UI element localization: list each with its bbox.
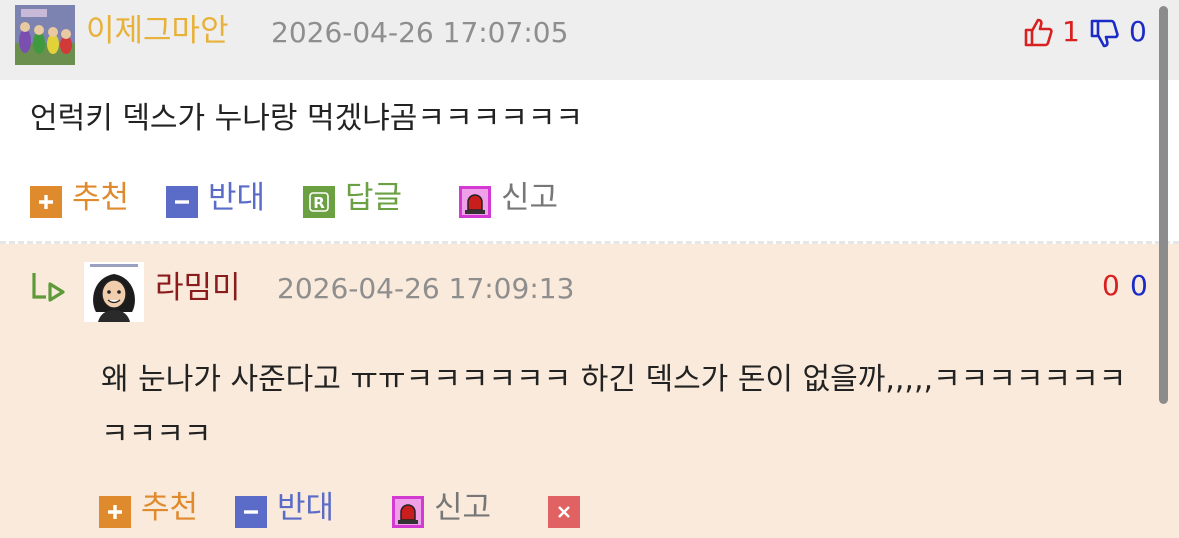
minus-icon[interactable] — [166, 186, 198, 218]
comment-1-nickname[interactable]: 이제그마안 — [86, 8, 229, 54]
thumbs-up-icon[interactable] — [1022, 16, 1054, 48]
cartoon-woman-avatar-icon — [84, 262, 144, 322]
reply-r-icon[interactable]: R — [303, 186, 335, 218]
comment-2-recommend-button[interactable]: 추천 — [141, 486, 198, 530]
comment-1-like-count: 1 — [1062, 15, 1080, 48]
siren-icon[interactable] — [392, 496, 424, 528]
avatar-2[interactable] — [84, 262, 144, 322]
avatar-1[interactable] — [15, 5, 75, 65]
comment-2-timestamp: 2026-04-26 17:09:13 — [277, 272, 575, 305]
plus-icon[interactable] — [99, 496, 131, 528]
close-x-icon[interactable] — [548, 496, 580, 528]
comment-1-dislike-count: 0 — [1129, 15, 1147, 48]
plus-icon[interactable] — [30, 186, 62, 218]
comment-2-oppose-button[interactable]: 반대 — [277, 486, 334, 530]
minus-icon[interactable] — [235, 496, 267, 528]
comment-2-nickname[interactable]: 라밈미 — [155, 265, 241, 311]
comment-2-text: 왜 눈나가 사준다고 ㅠㅠㅋㅋㅋㅋㅋㅋ 하긴 덱스가 돈이 없을까,,,,,ㅋㅋ… — [101, 362, 1127, 452]
comment-2-report-button[interactable]: 신고 — [434, 486, 491, 530]
reply-arrow-icon — [30, 270, 68, 304]
comment-2-like-count[interactable]: 0 — [1102, 266, 1120, 306]
vertical-scrollbar[interactable] — [1159, 6, 1168, 404]
comment-1-oppose-button[interactable]: 반대 — [208, 176, 265, 220]
svg-text:R: R — [313, 194, 325, 212]
siren-icon[interactable] — [459, 186, 491, 218]
comment-1-recommend-button[interactable]: 추천 — [72, 176, 129, 220]
thumbs-down-icon[interactable] — [1088, 18, 1120, 50]
comment-1-timestamp: 2026-04-26 17:07:05 — [271, 16, 569, 49]
comment-2-dislike-count[interactable]: 0 — [1130, 266, 1148, 306]
teletubbies-avatar-icon — [15, 5, 75, 65]
comment-1-report-button[interactable]: 신고 — [501, 176, 558, 220]
comment-1-text: 언럭키 덱스가 누나랑 먹겠냐곰ㅋㅋㅋㅋㅋㅋ — [30, 101, 584, 136]
comment-1-reply-button[interactable]: 답글 — [345, 176, 402, 220]
